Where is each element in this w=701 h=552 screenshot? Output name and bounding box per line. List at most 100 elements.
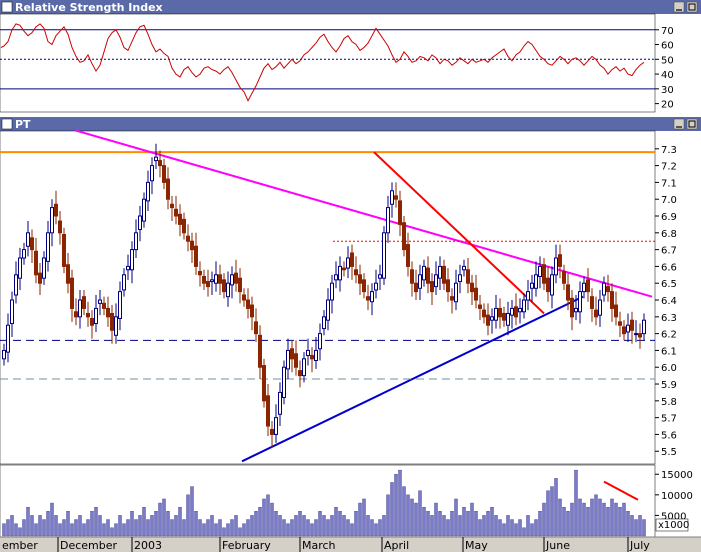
price-panel-icon[interactable] xyxy=(1,118,13,130)
volume-bar xyxy=(58,523,62,537)
volume-bar xyxy=(402,486,406,537)
month-label: March xyxy=(302,539,336,552)
price-tick-label: 6.4 xyxy=(661,296,677,307)
volume-bar xyxy=(594,494,598,537)
volume-bar xyxy=(6,519,10,537)
volume-bar xyxy=(158,502,162,537)
volume-bar xyxy=(630,515,634,537)
volume-bar xyxy=(82,523,86,537)
month-axis: ember December 2003 February March April May Ju… xyxy=(0,536,701,552)
month-label: May xyxy=(465,539,488,552)
volume-bar xyxy=(118,515,122,537)
volume-bar xyxy=(490,506,494,537)
candlestick xyxy=(282,360,286,405)
volume-bar xyxy=(566,511,570,537)
rsi-panel-icon[interactable] xyxy=(1,1,13,13)
volume-bar xyxy=(226,523,230,537)
volume-bar xyxy=(550,486,554,537)
volume-bar xyxy=(190,486,194,537)
volume-bar xyxy=(74,519,78,537)
volume-bar xyxy=(290,519,294,537)
volume-bar xyxy=(362,498,366,537)
volume-bar xyxy=(514,523,518,537)
volume-bar xyxy=(186,494,190,537)
volume-bar xyxy=(410,498,414,537)
volume-bar xyxy=(306,519,310,537)
volume-bar xyxy=(90,511,94,537)
rsi-tick-label: 70 xyxy=(661,26,674,37)
volume-bar xyxy=(518,519,522,537)
volume-bar xyxy=(334,506,338,537)
price-tick-label: 5.5 xyxy=(661,447,677,458)
volume-bar xyxy=(610,498,614,537)
volume-bar xyxy=(166,511,170,537)
volume-bar xyxy=(446,519,450,537)
rsi-tick-label: 50 xyxy=(661,55,674,66)
volume-bar xyxy=(222,527,226,537)
volume-unit-label: x1000 xyxy=(658,520,689,531)
volume-bar xyxy=(242,523,246,537)
volume-bar xyxy=(206,519,210,537)
volume-bar xyxy=(150,515,154,537)
volume-bar xyxy=(458,515,462,537)
volume-bar xyxy=(434,502,438,537)
volume-bar xyxy=(378,519,382,537)
volume-bar xyxy=(586,506,590,537)
rsi-tick-label: 40 xyxy=(661,70,674,81)
volume-bar xyxy=(278,515,282,537)
volume-bar xyxy=(282,519,286,537)
volume-bar xyxy=(130,511,134,537)
price-tick-label: 6.0 xyxy=(661,363,677,374)
volume-bar xyxy=(510,519,514,537)
candlestick xyxy=(62,227,66,274)
volume-bar xyxy=(102,523,106,537)
volume-bar xyxy=(422,506,426,537)
volume-bar xyxy=(486,511,490,537)
price-tick-label: 6.9 xyxy=(661,212,677,223)
rsi-panel-title: Relative Strength Index xyxy=(15,1,163,14)
price-tick-label: 5.6 xyxy=(661,430,677,441)
volume-bar xyxy=(338,511,342,537)
volume-bar xyxy=(478,519,482,537)
volume-bar xyxy=(138,515,142,537)
price-tick-label: 5.9 xyxy=(661,380,677,391)
volume-bar xyxy=(406,494,410,537)
volume-bar xyxy=(294,515,298,537)
price-tick-label: 5.8 xyxy=(661,397,677,408)
volume-bar xyxy=(418,490,422,537)
volume-bar xyxy=(154,511,158,537)
volume-bar xyxy=(202,523,206,537)
volume-bar xyxy=(642,519,646,537)
volume-bar xyxy=(606,506,610,537)
volume-bar xyxy=(438,511,442,537)
volume-panel: 50001000015000 x1000 xyxy=(0,464,693,538)
volume-bar xyxy=(374,523,378,537)
price-tick-label: 6.6 xyxy=(661,262,677,273)
volume-bar xyxy=(198,519,202,537)
volume-bar xyxy=(466,511,470,537)
volume-bar xyxy=(342,515,346,537)
rsi-tick-label: 60 xyxy=(661,41,674,52)
volume-bar xyxy=(230,519,234,537)
volume-bar xyxy=(62,519,66,537)
volume-bar xyxy=(526,515,530,537)
rsi-panel: Relative Strength Index 20 30 40 50 60 70 xyxy=(0,0,701,113)
volume-bar xyxy=(530,523,534,537)
volume-bar xyxy=(162,498,166,537)
volume-bar xyxy=(330,515,334,537)
price-tick-label: 6.8 xyxy=(661,229,677,240)
volume-bar xyxy=(634,519,638,537)
volume-bar xyxy=(110,527,114,537)
volume-bar xyxy=(126,519,130,537)
price-tick-label: 7.2 xyxy=(661,162,677,173)
volume-bar xyxy=(10,515,14,537)
month-label: April xyxy=(384,539,409,552)
volume-bar xyxy=(522,527,526,537)
volume-bar xyxy=(558,498,562,537)
volume-bar xyxy=(382,515,386,537)
volume-bar xyxy=(302,515,306,537)
volume-bar xyxy=(314,519,318,537)
volume-bar xyxy=(354,511,358,537)
volume-bar xyxy=(570,502,574,537)
volume-bar xyxy=(638,515,642,537)
